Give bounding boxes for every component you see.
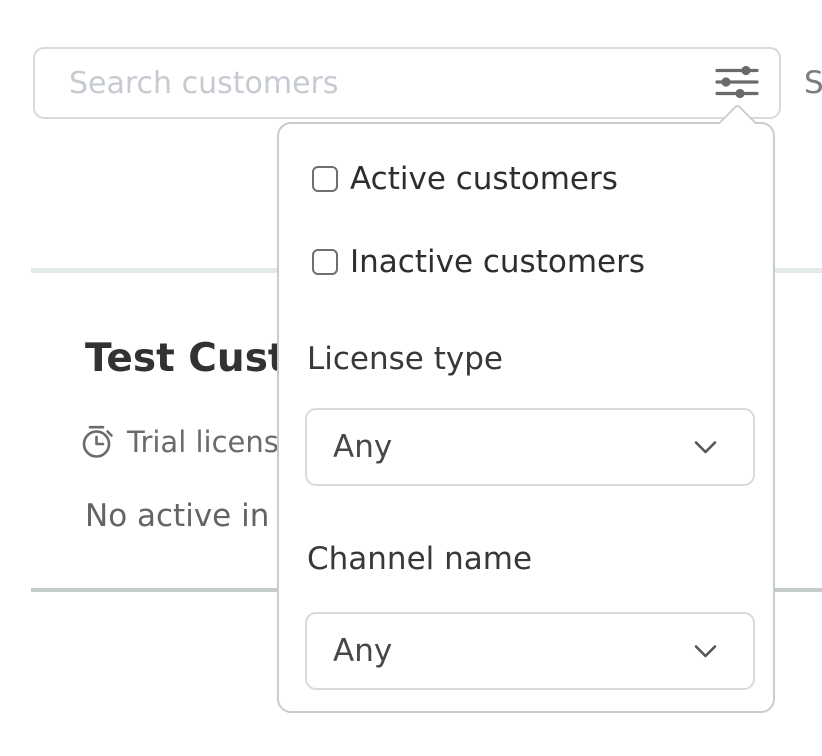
installations-status-text: No active in xyxy=(85,498,269,534)
truncated-right-label: S xyxy=(804,47,822,119)
license-badge-label: Trial licens xyxy=(127,425,279,459)
inactive-customers-checkbox[interactable] xyxy=(312,249,338,275)
stopwatch-icon xyxy=(79,423,116,461)
active-customers-label: Active customers xyxy=(350,161,618,197)
license-type-select[interactable]: Any xyxy=(305,408,755,486)
license-badge-row: Trial licens xyxy=(79,423,279,461)
active-customers-option[interactable]: Active customers xyxy=(312,157,618,201)
inactive-customers-label: Inactive customers xyxy=(350,244,645,280)
active-customers-checkbox[interactable] xyxy=(312,166,338,192)
license-type-label: License type xyxy=(307,342,503,376)
customer-name-heading: Test Cust xyxy=(85,337,287,381)
inactive-customers-option[interactable]: Inactive customers xyxy=(312,240,645,284)
filter-button[interactable] xyxy=(710,62,764,104)
customers-page: { "search": { "placeholder": "Search cus… xyxy=(0,0,822,756)
channel-name-label: Channel name xyxy=(307,542,532,576)
channel-name-value: Any xyxy=(333,633,694,669)
channel-name-select[interactable]: Any xyxy=(305,612,755,690)
chevron-down-icon xyxy=(694,644,731,659)
filter-popover: Active customers Inactive customers Lice… xyxy=(277,122,775,713)
sliders-icon xyxy=(714,65,760,102)
customer-search-input[interactable] xyxy=(33,47,781,119)
license-type-value: Any xyxy=(333,429,694,465)
chevron-down-icon xyxy=(694,440,731,455)
